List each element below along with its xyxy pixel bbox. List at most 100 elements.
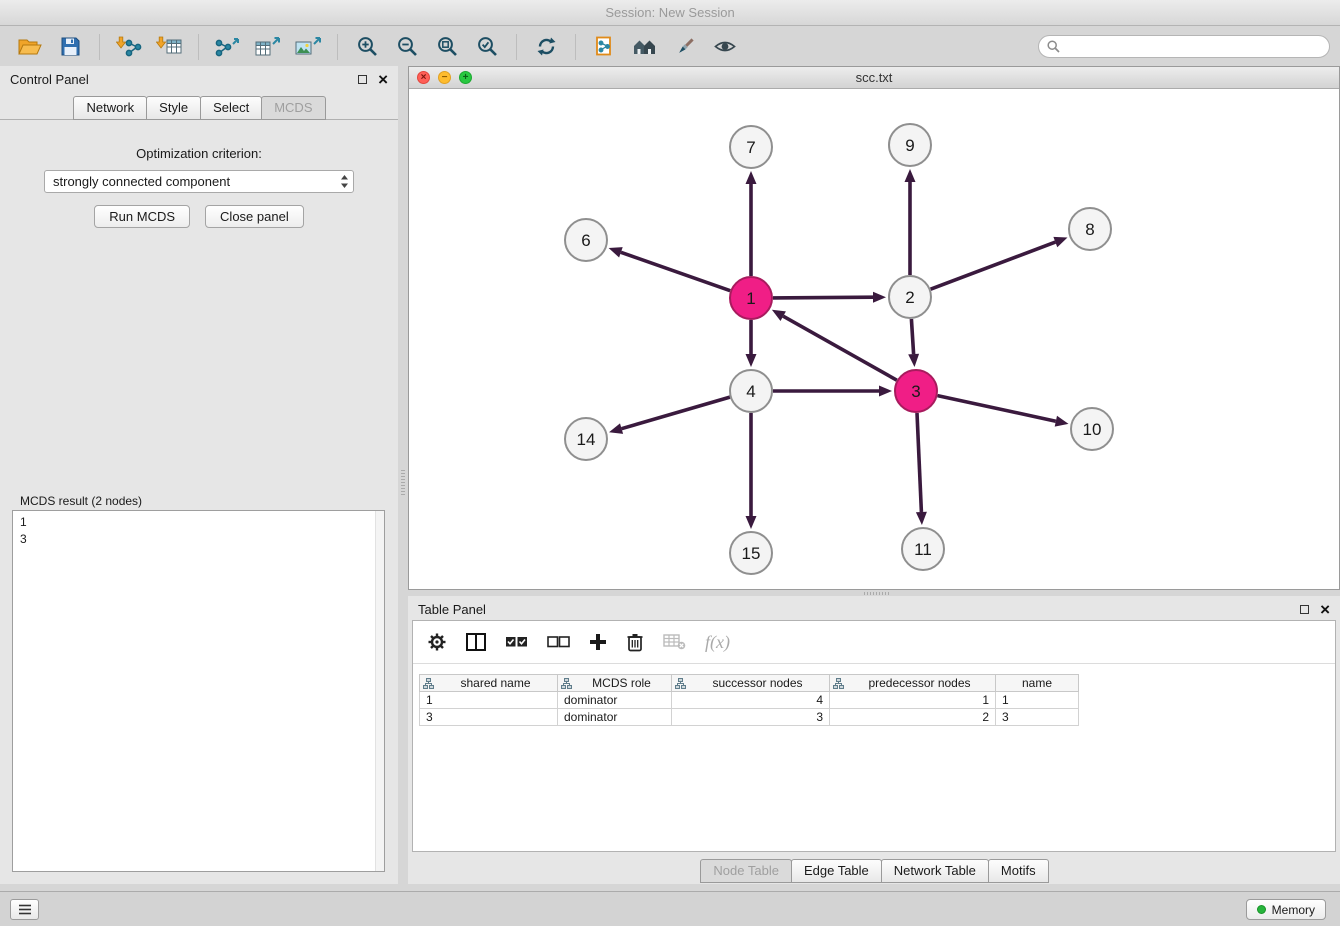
paintbrush-icon (675, 36, 696, 57)
zoom-in-button[interactable] (347, 31, 387, 63)
cell-predecessor-nodes[interactable]: 2 (830, 709, 996, 726)
graph-node-11[interactable]: 11 (902, 528, 944, 570)
import-table-button[interactable] (149, 31, 189, 63)
close-panel-icon[interactable]: × (378, 71, 388, 88)
close-panel-icon[interactable]: × (1320, 601, 1330, 618)
network-graph[interactable]: 7 9 6 8 1 2 4 3 14 10 15 11 (409, 89, 1339, 590)
column-header-successor-nodes[interactable]: successor nodes (672, 675, 830, 692)
graph-node-6[interactable]: 6 (565, 219, 607, 261)
splitter-grip[interactable] (401, 470, 405, 496)
cell-successor-nodes[interactable]: 4 (672, 692, 830, 709)
graph-node-1[interactable]: 1 (730, 277, 772, 319)
result-scrollbar[interactable] (375, 511, 384, 871)
graph-node-3[interactable]: 3 (895, 370, 937, 412)
cell-shared-name[interactable]: 3 (420, 709, 558, 726)
tab-style[interactable]: Style (146, 96, 201, 120)
memory-button[interactable]: Memory (1246, 899, 1326, 920)
graph-node-14[interactable]: 14 (565, 418, 607, 460)
export-table-button[interactable] (248, 31, 288, 63)
deselect-all-button[interactable] (547, 635, 570, 649)
graph-edge-1-2[interactable] (773, 297, 873, 298)
list-button[interactable] (10, 899, 39, 920)
graph-node-15[interactable]: 15 (730, 532, 772, 574)
tab-edge-table[interactable]: Edge Table (791, 859, 882, 883)
splitter-grip[interactable] (864, 592, 890, 595)
graph-edge-4-14[interactable] (622, 397, 730, 429)
delete-column-button[interactable] (626, 632, 644, 652)
tab-node-table[interactable]: Node Table (700, 859, 792, 883)
graph-edge-2-8[interactable] (931, 242, 1056, 289)
paintbrush-button[interactable] (665, 31, 705, 63)
graph-edge-3-1[interactable] (783, 316, 897, 380)
export-image-button[interactable] (288, 31, 328, 63)
close-window-icon[interactable]: × (417, 71, 430, 84)
home-icon (633, 38, 657, 56)
graph-node-label: 15 (742, 544, 761, 563)
network-canvas[interactable]: 7 9 6 8 1 2 4 3 14 10 15 11 (409, 89, 1339, 589)
graph-edge-1-6[interactable] (621, 252, 730, 290)
graph-node-2[interactable]: 2 (889, 276, 931, 318)
split-view-button[interactable] (466, 633, 486, 651)
vertical-splitter[interactable] (398, 66, 408, 884)
graph-node-8[interactable]: 8 (1069, 208, 1111, 250)
select-all-button[interactable] (505, 635, 528, 649)
table-settings-button[interactable] (427, 632, 447, 652)
cell-name[interactable]: 3 (996, 709, 1079, 726)
zoom-in-icon (357, 36, 378, 57)
column-header-mcds-role[interactable]: MCDS role (558, 675, 672, 692)
refresh-icon (536, 36, 557, 57)
graph-edge-3-11[interactable] (917, 413, 921, 512)
home-button[interactable] (625, 31, 665, 63)
search-input[interactable] (1065, 39, 1321, 54)
float-panel-icon[interactable] (358, 75, 367, 84)
cell-mcds-role[interactable]: dominator (558, 692, 672, 709)
open-folder-icon (18, 37, 42, 56)
cell-name[interactable]: 1 (996, 692, 1079, 709)
cell-successor-nodes[interactable]: 3 (672, 709, 830, 726)
tab-network[interactable]: Network (73, 96, 147, 120)
refresh-button[interactable] (526, 31, 566, 63)
float-panel-icon[interactable] (1300, 605, 1309, 614)
delete-table-button[interactable] (663, 634, 686, 650)
table-row[interactable]: 1 dominator 4 1 1 (420, 692, 1079, 709)
document-share-button[interactable] (585, 31, 625, 63)
import-network-button[interactable] (109, 31, 149, 63)
tab-network-table[interactable]: Network Table (881, 859, 989, 883)
criterion-select[interactable]: strongly connected component (44, 170, 354, 193)
save-session-button[interactable] (50, 31, 90, 63)
graph-node-10[interactable]: 10 (1071, 408, 1113, 450)
graph-edge-2-3[interactable] (911, 319, 913, 354)
run-mcds-button[interactable]: Run MCDS (94, 205, 190, 228)
graph-node-4[interactable]: 4 (730, 370, 772, 412)
tab-mcds[interactable]: MCDS (261, 96, 325, 120)
search-box[interactable] (1038, 35, 1330, 58)
zoom-window-icon[interactable]: + (459, 71, 472, 84)
minimize-window-icon[interactable]: − (438, 71, 451, 84)
zoom-selected-button[interactable] (467, 31, 507, 63)
graph-edge-3-10[interactable] (938, 396, 1056, 422)
table-row[interactable]: 3 dominator 3 2 3 (420, 709, 1079, 726)
open-session-button[interactable] (10, 31, 50, 63)
graph-node-7[interactable]: 7 (730, 126, 772, 168)
cell-predecessor-nodes[interactable]: 1 (830, 692, 996, 709)
function-button[interactable]: f(x) (705, 632, 730, 653)
tab-select[interactable]: Select (200, 96, 262, 120)
status-bar: Memory (0, 891, 1340, 926)
column-header-shared-name[interactable]: shared name (420, 675, 558, 692)
zoom-out-button[interactable] (387, 31, 427, 63)
mcds-result-box[interactable]: 1 3 (12, 510, 385, 872)
close-panel-button[interactable]: Close panel (205, 205, 304, 228)
save-icon (61, 37, 80, 56)
export-image-icon (295, 36, 321, 57)
column-header-name[interactable]: name (996, 675, 1079, 692)
network-window-titlebar[interactable]: × − + scc.txt (409, 67, 1339, 89)
cell-mcds-role[interactable]: dominator (558, 709, 672, 726)
tab-motifs[interactable]: Motifs (988, 859, 1049, 883)
add-column-button[interactable] (589, 633, 607, 651)
export-network-button[interactable] (208, 31, 248, 63)
graph-node-9[interactable]: 9 (889, 124, 931, 166)
cell-shared-name[interactable]: 1 (420, 692, 558, 709)
column-header-predecessor-nodes[interactable]: predecessor nodes (830, 675, 996, 692)
zoom-fit-button[interactable] (427, 31, 467, 63)
eye-button[interactable] (705, 31, 745, 63)
